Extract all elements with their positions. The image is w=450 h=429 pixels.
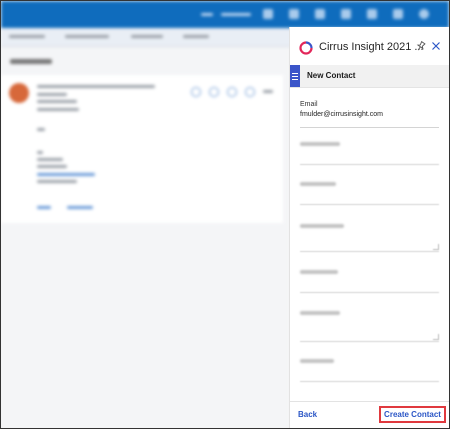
screenshot-frame: Cirrus Insight 2021 ... New Contact Emai… (0, 0, 450, 429)
blurred-field-line[interactable] (300, 164, 439, 165)
hamburger-menu-icon[interactable] (290, 65, 300, 87)
blurred-field-label (300, 224, 344, 228)
section-title: New Contact (307, 71, 356, 80)
blurred-field-line[interactable] (300, 341, 439, 342)
outlook-top-bar (1, 1, 449, 28)
blurred-field-line[interactable] (300, 204, 439, 205)
email-label: Email (300, 101, 318, 108)
email-value[interactable]: fmulder@cirrusinsight.com (300, 111, 440, 118)
blurred-field-label (300, 270, 338, 274)
blurred-field-line[interactable] (300, 381, 439, 382)
addin-header: Cirrus Insight 2021 ... (290, 27, 449, 66)
email-field[interactable]: Email fmulder@cirrusinsight.com (300, 101, 440, 128)
addin-title: Cirrus Insight 2021 ... (319, 41, 424, 53)
email-underline (300, 127, 439, 128)
blurred-field-line[interactable] (300, 292, 439, 293)
blurred-field-label (300, 142, 340, 146)
section-header: New Contact (290, 65, 449, 88)
create-contact-button[interactable]: Create Contact (379, 406, 446, 423)
sender-avatar (9, 83, 29, 103)
pin-icon[interactable] (415, 40, 427, 52)
textarea-resize-grip[interactable] (433, 334, 439, 340)
email-message-card (1, 75, 283, 223)
textarea-resize-grip[interactable] (433, 244, 439, 250)
blurred-field-label (300, 182, 336, 186)
back-button[interactable]: Back (298, 410, 317, 419)
addin-pane: Cirrus Insight 2021 ... New Contact Emai… (289, 27, 449, 428)
blurred-field-label (300, 359, 334, 363)
blurred-field-label (300, 311, 340, 315)
new-contact-form: Email fmulder@cirrusinsight.com (290, 88, 449, 401)
addin-footer: Back Create Contact (290, 401, 449, 428)
cirrus-logo-icon (299, 41, 313, 55)
close-icon[interactable] (430, 40, 442, 52)
blurred-field-line[interactable] (300, 251, 439, 252)
